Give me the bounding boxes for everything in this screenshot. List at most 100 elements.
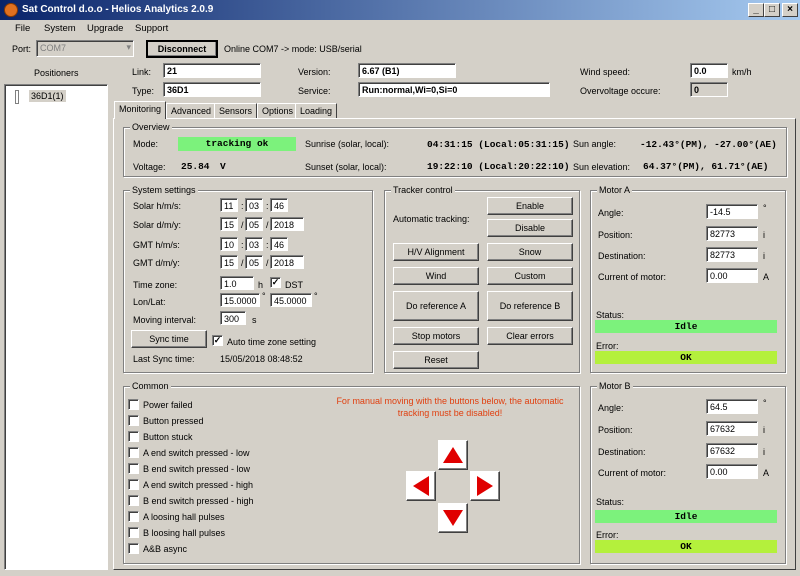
dst-checkbox[interactable]: ✓ — [270, 277, 281, 288]
version-field: 6.67 (B1) — [358, 63, 456, 78]
window-title: Sat Control d.o.o - Helios Analytics 2.0… — [22, 4, 214, 15]
reference-b-button[interactable]: Do reference B — [487, 291, 573, 321]
positioner-item[interactable]: 36D1(1) — [29, 90, 66, 102]
wind-button[interactable]: Wind — [393, 267, 479, 285]
common-checkbox-label: Button pressed — [143, 416, 204, 426]
timezone-label: Time zone: — [133, 280, 178, 290]
overvoltage-label: Overvoltage occure: — [580, 86, 661, 96]
menu-upgrade[interactable]: Upgrade — [87, 23, 123, 34]
common-checkbox[interactable] — [128, 431, 139, 442]
gmt-month-field[interactable]: 05 — [245, 255, 263, 269]
snow-button[interactable]: Snow — [487, 243, 573, 261]
move-down-button[interactable] — [438, 503, 468, 533]
common-checkbox[interactable] — [128, 495, 139, 506]
motor-a-current-unit: A — [763, 272, 770, 282]
common-checkbox-label: A end switch pressed - high — [143, 480, 254, 490]
menu-system[interactable]: System — [44, 23, 76, 34]
sunrise-label: Sunrise (solar, local): — [305, 139, 390, 149]
type-label: Type: — [132, 86, 155, 96]
sync-time-button[interactable]: Sync time — [131, 330, 207, 348]
move-right-button[interactable] — [470, 471, 500, 501]
motor-a-position-unit: i — [763, 230, 765, 240]
manual-warning: For manual moving with the buttons below… — [336, 396, 564, 418]
disconnect-button[interactable]: Disconnect — [146, 40, 218, 58]
close-button[interactable]: × — [782, 3, 798, 17]
port-select[interactable]: COM7 ▾ — [36, 40, 134, 57]
common-checkbox[interactable] — [128, 399, 139, 410]
motor-a-error-value: OK — [595, 351, 777, 364]
solar-hour-field[interactable]: 11 — [220, 198, 238, 212]
gmt-dmy-label: GMT d/m/y: — [133, 258, 180, 268]
port-label: Port: — [12, 44, 32, 54]
motor-b-title: Motor B — [597, 381, 633, 391]
common-checkbox[interactable] — [128, 543, 139, 554]
solar-year-field[interactable]: 2018 — [270, 217, 304, 231]
reset-button[interactable]: Reset — [393, 351, 479, 369]
sun-elevation-value: 64.37°(PM), 61.71°(AE) — [643, 161, 769, 172]
solar-month-field[interactable]: 05 — [245, 217, 263, 231]
gmt-hms-label: GMT h/m/s: — [133, 240, 180, 250]
common-checkbox-label: B end switch pressed - low — [143, 464, 251, 474]
solar-dmy-label: Solar d/m/y: — [133, 220, 182, 230]
sunset-value: 19:22:10 (Local:20:22:10) — [427, 161, 570, 172]
common-checkbox[interactable] — [128, 415, 139, 426]
solar-day-field[interactable]: 15 — [220, 217, 238, 231]
voltage-label: Voltage: — [133, 162, 166, 172]
common-checkbox[interactable] — [128, 527, 139, 538]
dst-label: DST — [285, 280, 303, 290]
motor-b-error-label: Error: — [596, 530, 619, 540]
solar-second-field[interactable]: 46 — [270, 198, 288, 212]
menu-file[interactable]: File — [15, 23, 30, 34]
menu-support[interactable]: Support — [135, 23, 168, 34]
latitude-field[interactable]: 45.0000 — [270, 293, 312, 307]
chevron-down-icon: ▾ — [126, 42, 131, 52]
move-left-button[interactable] — [406, 471, 436, 501]
tab-sensors[interactable]: Sensors — [214, 103, 258, 119]
common-title: Common — [130, 381, 171, 391]
separator: : — [241, 240, 244, 250]
hv-alignment-button[interactable]: H/V Alignment — [393, 243, 479, 261]
solar-minute-field[interactable]: 03 — [245, 198, 263, 212]
positioner-icon — [15, 90, 19, 104]
common-checkbox[interactable] — [128, 511, 139, 522]
motor-b-position-label: Position: — [598, 425, 633, 435]
motor-a-destination-label: Destination: — [598, 251, 646, 261]
tab-options[interactable]: Options — [257, 103, 299, 119]
enable-button[interactable]: Enable — [487, 197, 573, 215]
timezone-field[interactable]: 1.0 — [220, 276, 254, 290]
common-checkbox-label: Button stuck — [143, 432, 193, 442]
move-up-button[interactable] — [438, 440, 468, 470]
gmt-day-field[interactable]: 15 — [220, 255, 238, 269]
gmt-second-field[interactable]: 46 — [270, 237, 288, 251]
common-checkbox[interactable] — [128, 447, 139, 458]
common-checkbox[interactable] — [128, 463, 139, 474]
stop-motors-button[interactable]: Stop motors — [393, 327, 479, 345]
gmt-minute-field[interactable]: 03 — [245, 237, 263, 251]
auto-timezone-label: Auto time zone setting — [227, 337, 317, 347]
tab-monitoring[interactable]: Monitoring — [114, 101, 167, 119]
minimize-button[interactable]: _ — [748, 3, 764, 17]
common-checkbox[interactable] — [128, 479, 139, 490]
custom-button[interactable]: Custom — [487, 267, 573, 285]
moving-interval-field[interactable]: 300 — [220, 311, 246, 325]
tab-advanced[interactable]: Advanced — [166, 103, 217, 119]
disable-button[interactable]: Disable — [487, 219, 573, 237]
motor-b-current-field: 0.00 — [706, 464, 758, 479]
reference-a-button[interactable]: Do reference A — [393, 291, 479, 321]
motor-b-angle-field: 64.5 — [706, 399, 758, 414]
gmt-hour-field[interactable]: 10 — [220, 237, 238, 251]
motor-a-status-label: Status: — [596, 310, 625, 320]
maximize-button[interactable]: □ — [764, 3, 780, 17]
degree-symbol: ° — [262, 291, 266, 301]
gmt-year-field[interactable]: 2018 — [270, 255, 304, 269]
positioners-list[interactable]: 36D1(1) — [4, 84, 108, 570]
longitude-field[interactable]: 15.0000 — [220, 293, 260, 307]
motor-b-status-label: Status: — [596, 497, 625, 507]
tab-loading[interactable]: Loading — [295, 103, 338, 119]
auto-timezone-checkbox[interactable]: ✓ — [212, 335, 223, 346]
clear-errors-button[interactable]: Clear errors — [487, 327, 573, 345]
motor-b-current-unit: A — [763, 468, 770, 478]
separator: : — [266, 240, 269, 250]
sunrise-value: 04:31:15 (Local:05:31:15) — [427, 139, 570, 150]
link-field: 21 — [163, 63, 261, 78]
